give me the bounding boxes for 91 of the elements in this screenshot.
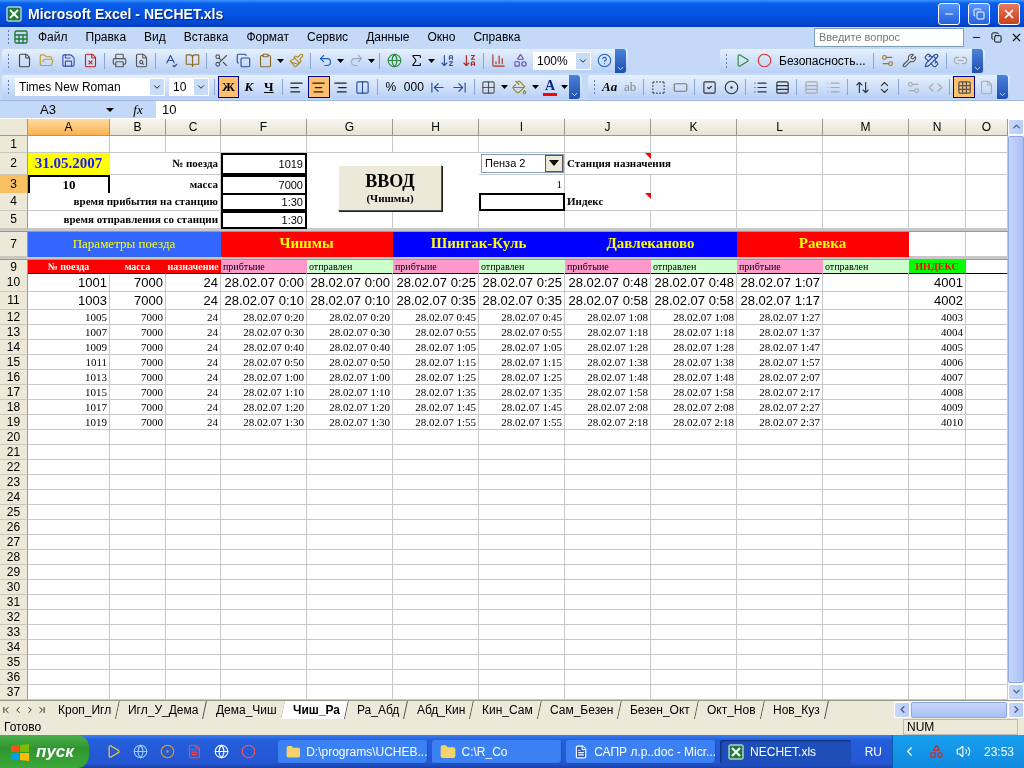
active-cell[interactable]: 10 (28, 174, 110, 195)
table-cell: 7000 (221, 174, 307, 195)
bold-button[interactable]: Ж (218, 76, 239, 99)
underline-button[interactable]: Ч (258, 76, 279, 99)
excel-icon (728, 743, 745, 760)
menu-item[interactable]: Данные (357, 30, 419, 45)
sheet-tab[interactable]: Чиш_Ра (281, 700, 350, 719)
menu-item[interactable]: Окно (418, 30, 465, 45)
menu-item[interactable]: Правка (76, 30, 136, 45)
toolbar-grip (725, 52, 728, 69)
num-lock-indicator: NUM (903, 718, 1018, 735)
caret-icon[interactable] (106, 107, 114, 112)
font-combo[interactable]: Times New Roman (15, 78, 165, 97)
dropdown-button[interactable] (194, 79, 208, 96)
language-indicator[interactable]: RU (854, 744, 892, 759)
formula-field[interactable]: 10 (156, 102, 1024, 118)
window-title: Microsoft Excel - NECHET.xls (28, 5, 225, 22)
taskbar-button[interactable]: D:\programs\UCHEB... (277, 739, 428, 764)
italic-button[interactable]: К (238, 76, 259, 99)
row-header[interactable]: 2 (0, 152, 28, 175)
font-size-combo[interactable]: 10 (169, 78, 209, 97)
clock: 23:53 (983, 744, 1014, 759)
sheet-tab[interactable]: Кин_Сам (470, 700, 542, 719)
station-header: Шингак-Куль (393, 231, 565, 257)
menu-item[interactable]: Вид (135, 30, 175, 45)
restore-icon[interactable] (988, 29, 1004, 46)
menu-item[interactable]: Сервис (298, 30, 358, 45)
menu-item[interactable]: Вставка (174, 30, 238, 45)
folder-icon (439, 743, 456, 760)
security-button[interactable]: Безопасность... (775, 53, 870, 68)
close-button[interactable] (998, 2, 1020, 25)
sheet-tab[interactable]: Сам_Безен (537, 700, 623, 719)
enter-button[interactable]: ВВОД (Чишмы) (338, 164, 442, 211)
sheet-tab[interactable]: Безен_Окт (618, 700, 699, 719)
sheet-tab[interactable]: Окт_Нов (695, 700, 765, 719)
scroll-down-icon[interactable] (1008, 683, 1024, 700)
toolbar-options-button[interactable] (997, 75, 1009, 100)
sheet-tab[interactable]: Игл_У_Дема (116, 700, 208, 719)
zoom-combo[interactable]: 100% (533, 51, 591, 70)
toolbar-grip (7, 79, 10, 96)
windows-logo-icon (10, 742, 30, 761)
table-cell: № поезда (110, 152, 221, 175)
font-color-button[interactable]: A (539, 76, 560, 99)
menu-item[interactable]: Справка (464, 30, 530, 45)
header-cell: Параметры поезда (28, 231, 221, 257)
label-tool-button[interactable]: Aa (599, 76, 621, 99)
excel-icon (6, 5, 22, 22)
toolbar-options-button[interactable] (971, 48, 983, 73)
toolbar-grip (7, 52, 10, 69)
table-cell: 1019 (221, 152, 307, 175)
station-header: Давлеканово (565, 231, 737, 257)
function-button[interactable]: fx (120, 101, 156, 119)
taskbar-button[interactable]: NECHET.xls (720, 739, 851, 764)
comment-marker-icon (645, 192, 651, 199)
toolbar-options-button[interactable] (615, 48, 626, 73)
restore-icon (973, 7, 985, 20)
station-header: Чишмы (221, 231, 393, 257)
number-format-button[interactable]: % (380, 76, 401, 99)
station-header: Раевка (737, 231, 909, 257)
folder-icon (285, 743, 301, 760)
status-text: Готово (4, 719, 43, 734)
date-cell: 31.05.2007 (28, 152, 110, 175)
menu-item[interactable]: Формат (237, 30, 299, 45)
sheet-tab[interactable]: Ра_Абд (345, 700, 409, 719)
taskbar-button[interactable]: C:\R_Co (431, 739, 563, 764)
horizontal-scrollbar[interactable] (894, 700, 1024, 719)
start-button[interactable]: пуск (0, 735, 89, 768)
station-dropdown[interactable]: Пенза 2 (481, 153, 564, 173)
toolbar-grip (7, 29, 10, 46)
align-center-icon[interactable] (307, 76, 330, 99)
row-header[interactable]: 7 (0, 231, 28, 257)
menu-item[interactable]: Файл (29, 30, 77, 45)
toolbar-options-button[interactable] (569, 75, 580, 100)
dropdown-button[interactable] (150, 79, 164, 96)
sheet-tab[interactable]: Нов_Куз (760, 700, 829, 719)
row-header[interactable]: 3 (0, 174, 28, 195)
comment-marker-icon (645, 152, 651, 159)
dropdown-button[interactable] (576, 52, 590, 69)
number-format-button[interactable]: 000 (400, 76, 427, 99)
name-box[interactable]: A3 (0, 101, 120, 119)
taskbar-button[interactable]: САПР л.р..doc - Micr... (566, 739, 717, 764)
restore-button[interactable] (968, 2, 990, 25)
toggle-grid-icon[interactable] (953, 76, 976, 99)
scroll-right-icon[interactable] (1008, 701, 1024, 718)
help-search-field[interactable]: Введите вопрос (814, 27, 964, 47)
table-cell: Станция назначения (565, 152, 737, 175)
caret-icon[interactable] (549, 160, 559, 167)
scroll-thumb[interactable] (911, 701, 1007, 718)
scroll-left-icon[interactable] (894, 701, 910, 718)
minimize-button[interactable] (938, 2, 960, 25)
toolbar-grip (593, 79, 596, 96)
